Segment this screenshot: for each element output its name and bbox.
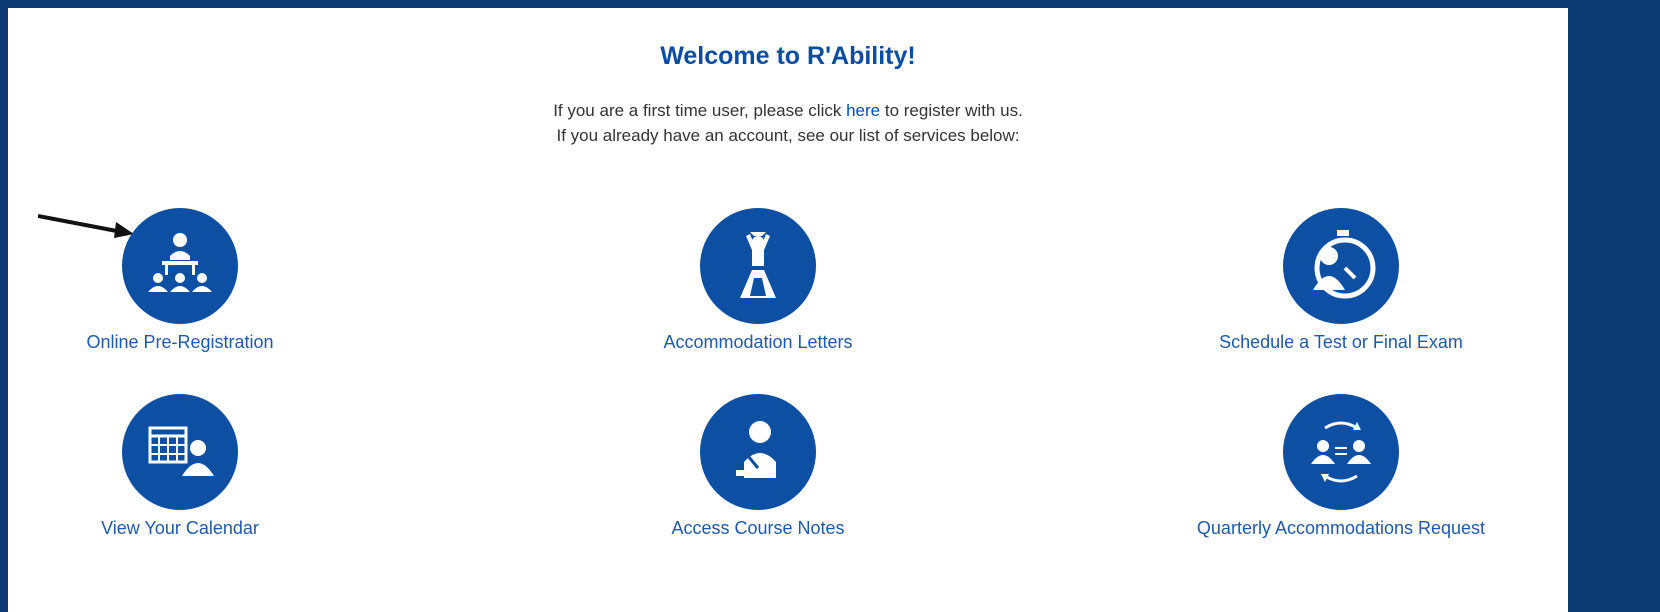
service-label: Accommodation Letters — [663, 332, 853, 352]
service-quarterly-request[interactable]: Quarterly Accommodations Request — [1171, 394, 1511, 539]
graduate-podium-icon — [740, 232, 776, 298]
service-course-notes[interactable]: Access Course Notes — [588, 394, 928, 539]
service-icon-circle — [1283, 394, 1399, 510]
intro-text: If you are a first time user, please cli… — [8, 98, 1568, 148]
page-title: Welcome to R'Ability! — [660, 42, 916, 70]
service-label: Quarterly Accommodations Request — [1196, 518, 1486, 538]
service-schedule-test[interactable]: Schedule a Test or Final Exam — [1171, 208, 1511, 353]
service-accommodation-letters[interactable]: Accommodation Letters — [588, 208, 928, 353]
service-icon-circle — [1283, 208, 1399, 324]
calendar-person-icon — [148, 426, 214, 476]
service-online-pre-registration[interactable]: Online Pre-Registration — [10, 208, 350, 353]
register-here-link[interactable]: here — [846, 101, 880, 120]
person-writing-icon — [736, 421, 776, 478]
intro-line-2: If you already have an account, see our … — [556, 126, 1020, 145]
service-icon-circle — [700, 394, 816, 510]
service-label: Online Pre-Registration — [86, 332, 274, 352]
exchange-people-icon — [1311, 421, 1371, 483]
main-panel: Welcome to R'Ability! If you are a first… — [8, 8, 1568, 612]
service-icon-circle — [122, 394, 238, 510]
service-view-calendar[interactable]: View Your Calendar — [10, 394, 350, 539]
intro-line-1: If you are a first time user, please cli… — [8, 98, 1568, 123]
service-icon-circle — [700, 208, 816, 324]
stopwatch-person-icon — [1313, 230, 1376, 299]
service-label: Access Course Notes — [671, 518, 845, 538]
intro-line-1-end: to register with us. — [880, 101, 1023, 120]
classroom-icon — [148, 233, 212, 292]
intro-line-1-start: If you are a first time user, please cli… — [553, 101, 847, 120]
service-label: Schedule a Test or Final Exam — [1219, 332, 1463, 352]
service-label: View Your Calendar — [101, 518, 259, 538]
service-icon-circle — [122, 208, 238, 324]
